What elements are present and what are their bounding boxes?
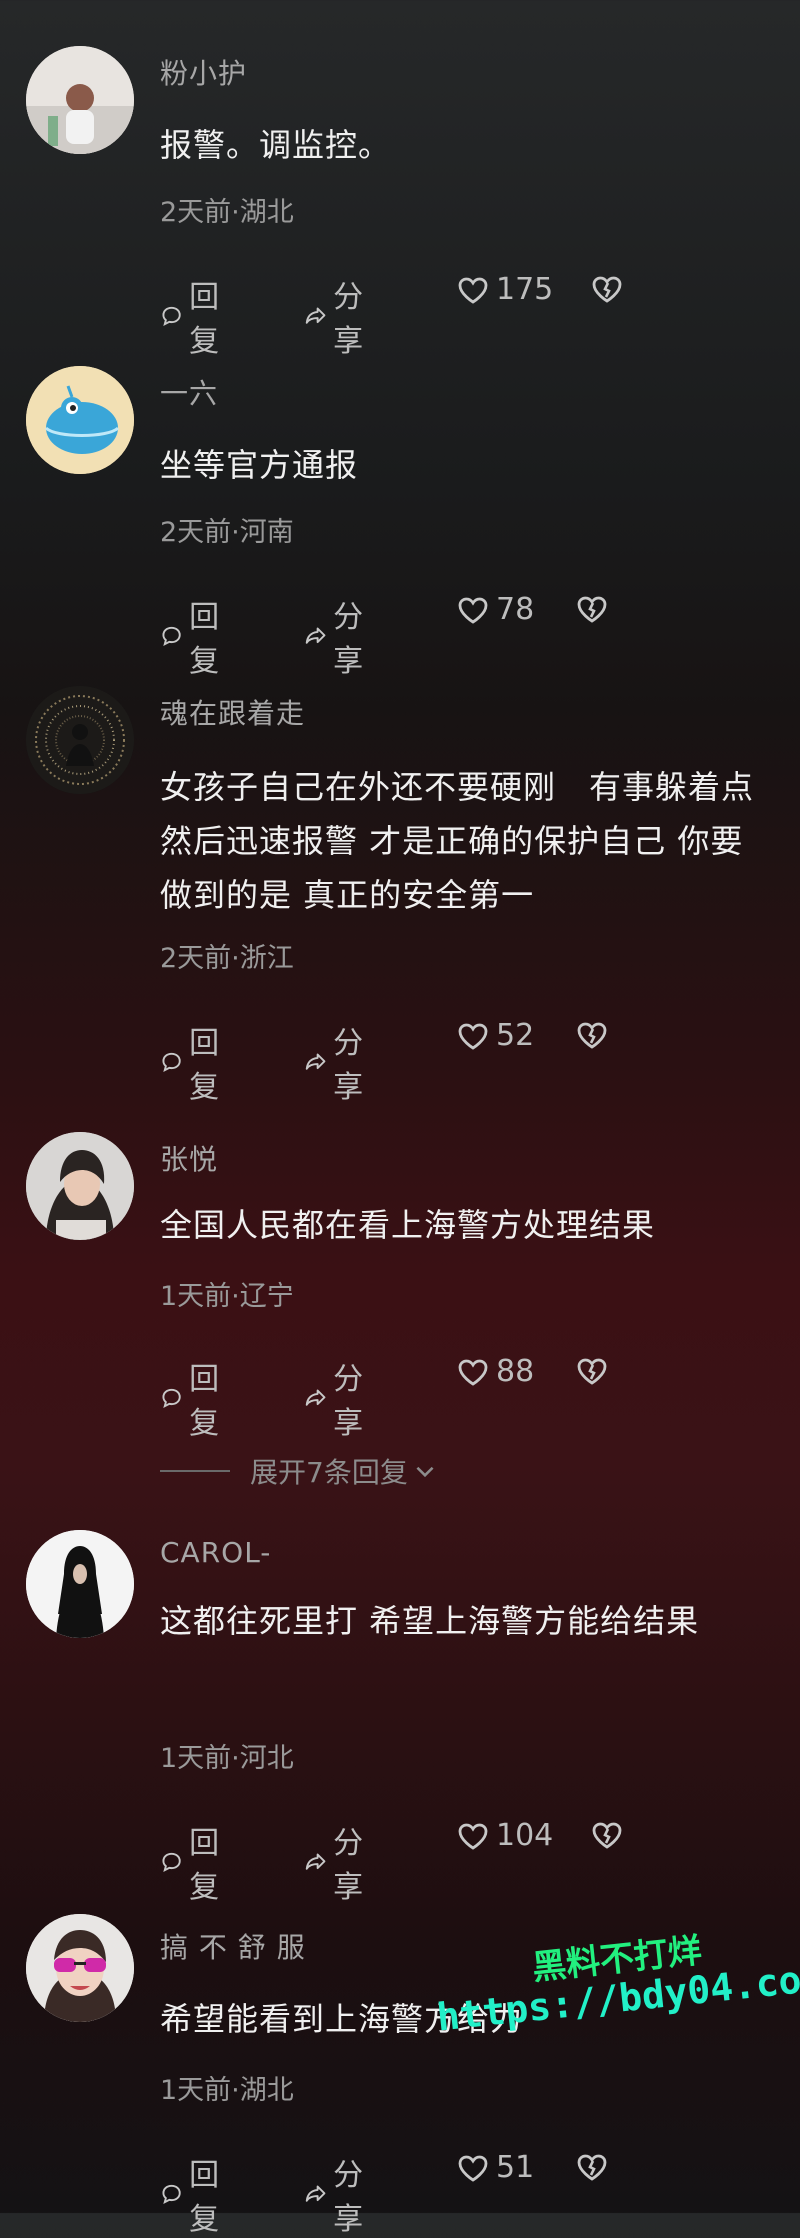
heart-icon <box>458 1359 488 1386</box>
like-count: 52 <box>496 1018 535 1053</box>
share-arrow-icon <box>305 307 326 324</box>
like-button[interactable]: 51 <box>456 2150 534 2185</box>
like-button[interactable]: 52 <box>456 1018 534 1053</box>
heart-icon <box>458 277 488 304</box>
dislike-button[interactable] <box>575 2150 609 2184</box>
dislike-button[interactable] <box>590 272 624 306</box>
comment-meta: 2天前·湖北 <box>160 197 294 228</box>
share-button[interactable]: 分享 <box>304 592 374 680</box>
reply-button[interactable]: 回复 <box>160 1818 230 1906</box>
share-label: 分享 <box>333 1026 364 1105</box>
comment-bubble-icon <box>162 306 181 327</box>
share-arrow-icon <box>305 1389 326 1406</box>
dislike-button[interactable] <box>575 1018 609 1052</box>
avatar[interactable] <box>26 366 134 474</box>
comment-meta: 2天前·河南 <box>160 517 294 548</box>
dislike-button[interactable] <box>590 1818 624 1852</box>
comment-text: 女孩子自己在外还不要硬刚 有事躲着点 然后迅速报警 才是正确的保护自己 你要做到… <box>160 768 755 914</box>
share-button[interactable]: 分享 <box>304 1018 374 1106</box>
username[interactable]: CAROL- <box>160 1536 271 1569</box>
reply-button[interactable]: 回复 <box>160 1018 230 1106</box>
broken-heart-icon <box>577 1022 607 1049</box>
avatar[interactable] <box>26 1914 134 2022</box>
reply-label: 回复 <box>189 2158 220 2237</box>
heart-icon <box>458 1023 488 1050</box>
share-button[interactable]: 分享 <box>304 272 374 360</box>
dislike-button[interactable] <box>575 592 609 626</box>
divider-line <box>160 1470 230 1472</box>
username[interactable]: 粉小护 <box>160 52 247 92</box>
avatar[interactable] <box>26 1530 134 1638</box>
share-label: 分享 <box>333 280 364 359</box>
like-count: 88 <box>496 1354 535 1389</box>
share-arrow-icon <box>305 2185 326 2202</box>
username[interactable]: 一六 <box>160 372 218 412</box>
share-button[interactable]: 分享 <box>304 1818 374 1906</box>
avatar[interactable] <box>26 46 134 154</box>
comment-meta: 1天前·辽宁 <box>160 1281 294 1312</box>
like-count: 78 <box>496 592 535 627</box>
reply-label: 回复 <box>189 1026 220 1105</box>
username[interactable]: 张悦 <box>160 1138 218 1178</box>
avatar[interactable] <box>26 686 134 794</box>
share-button[interactable]: 分享 <box>304 2150 374 2238</box>
heart-icon <box>458 597 488 624</box>
reply-label: 回复 <box>189 1362 220 1441</box>
share-arrow-icon <box>305 627 326 644</box>
share-arrow-icon <box>305 1053 326 1070</box>
share-label: 分享 <box>333 1362 364 1441</box>
reply-button[interactable]: 回复 <box>160 272 230 360</box>
share-label: 分享 <box>333 2158 364 2237</box>
like-button[interactable]: 175 <box>456 272 553 307</box>
reply-button[interactable]: 回复 <box>160 1354 230 1442</box>
like-button[interactable]: 88 <box>456 1354 534 1389</box>
reply-button[interactable]: 回复 <box>160 2150 230 2238</box>
avatar[interactable] <box>26 1132 134 1240</box>
username[interactable]: 魂在跟着走 <box>160 692 305 732</box>
broken-heart-icon <box>592 276 622 303</box>
expand-replies-button[interactable]: 展开7条回复 <box>160 1451 438 1491</box>
chevron-down-icon <box>416 1466 434 1478</box>
broken-heart-icon <box>577 2154 607 2181</box>
comment-bubble-icon <box>162 1852 181 1873</box>
reply-button[interactable]: 回复 <box>160 592 230 680</box>
comment-text: 全国人民都在看上海警方处理结果 <box>160 1206 656 1244</box>
comment-text: 报警。调监控。 <box>160 126 392 164</box>
share-label: 分享 <box>333 600 364 679</box>
dislike-button[interactable] <box>575 1354 609 1388</box>
heart-icon <box>458 2155 488 2182</box>
like-count: 104 <box>496 1818 554 1853</box>
like-count: 51 <box>496 2150 535 2185</box>
username[interactable]: 搞 不 舒 服 <box>160 1926 306 1966</box>
expand-replies-label: 展开7条回复 <box>250 1456 408 1489</box>
comment-meta: 2天前·浙江 <box>160 943 294 974</box>
comment-meta: 1天前·河北 <box>160 1743 294 1774</box>
reply-label: 回复 <box>189 280 220 359</box>
like-button[interactable]: 104 <box>456 1818 553 1853</box>
share-label: 分享 <box>333 1826 364 1905</box>
heart-icon <box>458 1823 488 1850</box>
share-button[interactable]: 分享 <box>304 1354 374 1442</box>
share-arrow-icon <box>305 1853 326 1870</box>
comment-bubble-icon <box>162 626 181 647</box>
comment-bubble-icon <box>162 2184 181 2205</box>
comment-text: 这都往死里打 希望上海警方能给结果 <box>160 1602 700 1640</box>
like-count: 175 <box>496 272 554 307</box>
comment-bubble-icon <box>162 1052 181 1073</box>
broken-heart-icon <box>577 1358 607 1385</box>
comment-bubble-icon <box>162 1388 181 1409</box>
reply-label: 回复 <box>189 600 220 679</box>
broken-heart-icon <box>577 596 607 623</box>
comment-meta: 1天前·湖北 <box>160 2075 294 2106</box>
reply-label: 回复 <box>189 1826 220 1905</box>
broken-heart-icon <box>592 1822 622 1849</box>
like-button[interactable]: 78 <box>456 592 534 627</box>
comment-text: 坐等官方通报 <box>160 446 359 484</box>
